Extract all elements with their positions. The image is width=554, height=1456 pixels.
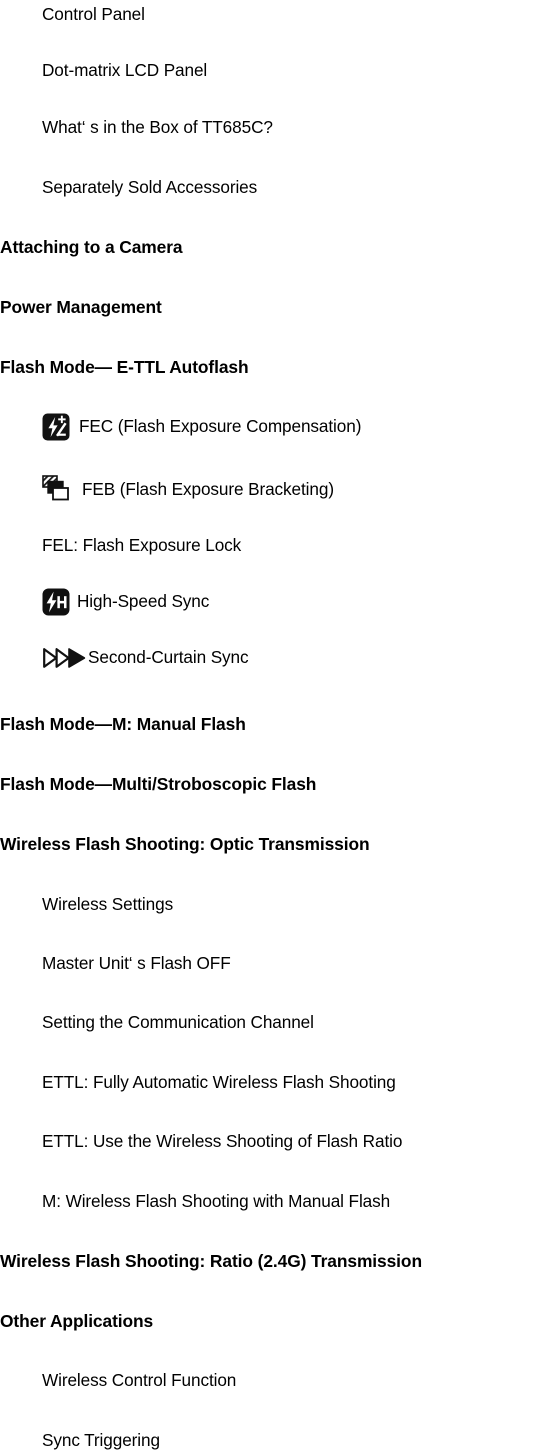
toc-entry[interactable]: Dot-matrix LCD Panel <box>0 56 554 86</box>
toc-entry[interactable]: FEC (Flash Exposure Compensation) <box>0 412 554 442</box>
toc-entry[interactable]: Attaching to a Camera <box>0 233 554 263</box>
high-speed-sync-icon <box>42 588 70 616</box>
toc-entry[interactable]: Sync Triggering <box>0 1426 554 1456</box>
toc-heading-label: Other Applications <box>0 1311 154 1332</box>
toc-entry-label: What‘ s in the Box of TT685C? <box>42 117 273 138</box>
toc-entry-label: Second-Curtain Sync <box>88 647 249 668</box>
toc-entry[interactable]: Control Panel <box>0 0 554 30</box>
toc-entry-label: Wireless Settings <box>42 894 174 915</box>
toc-entry[interactable]: Second-Curtain Sync <box>0 643 554 673</box>
flash-exposure-compensation-icon <box>42 413 70 441</box>
toc-entry-label: FEC (Flash Exposure Compensation) <box>79 416 362 437</box>
toc-entry[interactable]: Wireless Settings <box>0 890 554 920</box>
toc-entry[interactable]: What‘ s in the Box of TT685C? <box>0 113 554 143</box>
toc-entry-label: Setting the Communication Channel <box>42 1012 314 1033</box>
toc-heading-label: Flash Mode— E-TTL Autoflash <box>0 357 249 378</box>
toc-entry[interactable]: FEL: Flash Exposure Lock <box>0 531 554 561</box>
toc-entry[interactable]: M: Wireless Flash Shooting with Manual F… <box>0 1187 554 1217</box>
toc-entry-label: High-Speed Sync <box>77 591 210 612</box>
toc-entry-label: ETTL: Fully Automatic Wireless Flash Sho… <box>42 1072 396 1093</box>
toc-entry-label: Sync Triggering <box>42 1430 160 1451</box>
second-curtain-sync-icon <box>42 647 86 669</box>
toc-entry[interactable]: ETTL: Use the Wireless Shooting of Flash… <box>0 1127 554 1157</box>
toc-heading-label: Power Management <box>0 297 162 318</box>
toc-entry[interactable]: Separately Sold Accessories <box>0 173 554 203</box>
toc-heading-label: Flash Mode—Multi/Stroboscopic Flash <box>0 774 317 795</box>
toc-heading-label: Flash Mode—M: Manual Flash <box>0 714 246 735</box>
toc-entry[interactable]: Power Management <box>0 293 554 323</box>
toc-entry-label: FEL: Flash Exposure Lock <box>42 535 242 556</box>
toc-entry-label: FEB (Flash Exposure Bracketing) <box>82 479 334 500</box>
toc-entry[interactable]: Setting the Communication Channel <box>0 1008 554 1038</box>
toc-entry[interactable]: Wireless Flash Shooting: Optic Transmiss… <box>0 830 554 860</box>
toc-heading-label: Wireless Flash Shooting: Ratio (2.4G) Tr… <box>0 1251 422 1272</box>
toc-entry-label: M: Wireless Flash Shooting with Manual F… <box>42 1191 391 1212</box>
toc-entry-label: Dot-matrix LCD Panel <box>42 60 208 81</box>
toc-entry-label: ETTL: Use the Wireless Shooting of Flash… <box>42 1131 403 1152</box>
toc-entry[interactable]: Other Applications <box>0 1307 554 1337</box>
toc-entry[interactable]: Wireless Control Function <box>0 1366 554 1396</box>
toc-entry[interactable]: FEB (Flash Exposure Bracketing) <box>0 475 554 505</box>
toc-entry[interactable]: Flash Mode—M: Manual Flash <box>0 710 554 740</box>
toc-entry[interactable]: Master Unit‘ s Flash OFF <box>0 949 554 979</box>
toc-entry-label: Wireless Control Function <box>42 1370 237 1391</box>
toc-entry[interactable]: Wireless Flash Shooting: Ratio (2.4G) Tr… <box>0 1247 554 1277</box>
flash-exposure-bracketing-icon <box>42 475 72 505</box>
toc-entry[interactable]: ETTL: Fully Automatic Wireless Flash Sho… <box>0 1068 554 1098</box>
toc-page: Control Panel Dot-matrix LCD Panel What‘ s… <box>0 0 554 1454</box>
toc-entry[interactable]: Flash Mode—Multi/Stroboscopic Flash <box>0 770 554 800</box>
toc-heading-label: Attaching to a Camera <box>0 237 183 258</box>
toc-entry-label: Separately Sold Accessories <box>42 177 258 198</box>
toc-heading-label: Wireless Flash Shooting: Optic Transmiss… <box>0 834 370 855</box>
toc-entry-label: Control Panel <box>42 4 145 25</box>
toc-entry[interactable]: High-Speed Sync <box>0 587 554 617</box>
toc-entry-label: Master Unit‘ s Flash OFF <box>42 953 231 974</box>
toc-entry[interactable]: Flash Mode— E-TTL Autoflash <box>0 353 554 383</box>
